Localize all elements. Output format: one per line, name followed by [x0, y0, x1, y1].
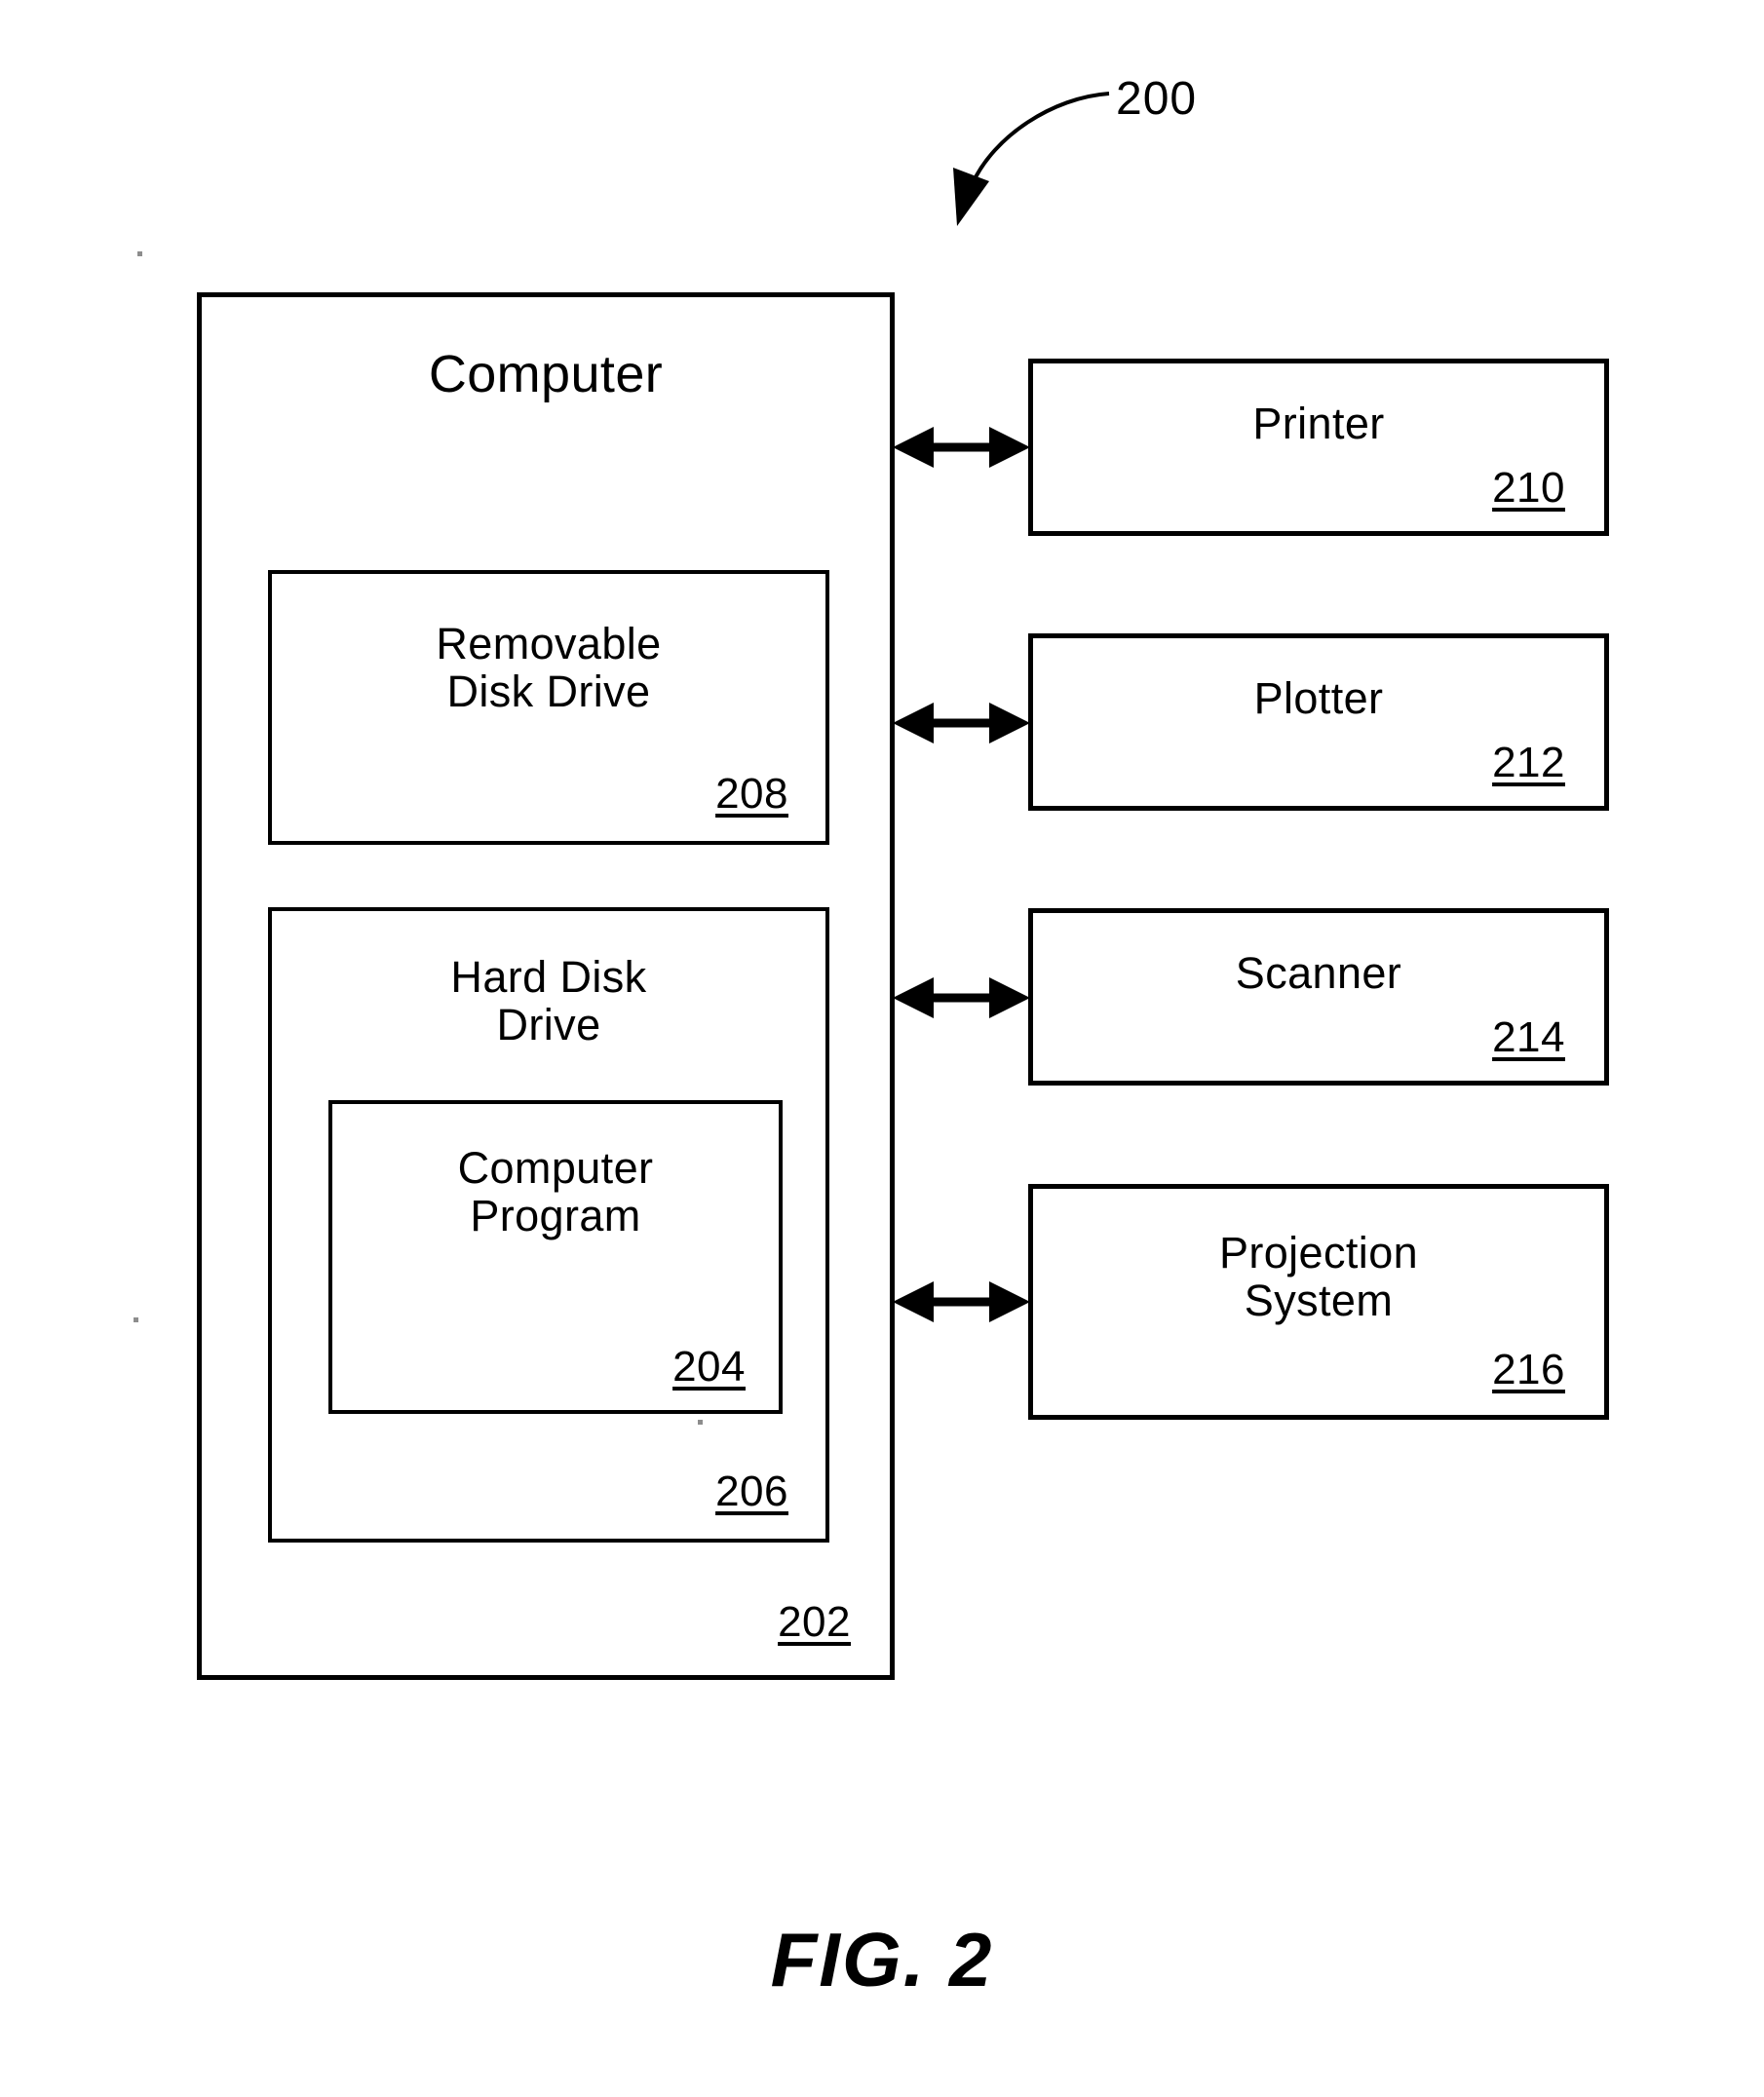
scanner-title: Scanner — [1235, 948, 1402, 998]
connector-computer-printer — [893, 427, 1030, 468]
patent-figure-page: 200 Computer 202 Removable Disk Drive 20… — [0, 0, 1764, 2097]
printer-block: Printer 210 — [1028, 359, 1609, 536]
scan-speck — [137, 251, 142, 256]
connector-computer-plotter — [893, 703, 1030, 743]
printer-ref-number: 210 — [1492, 464, 1565, 512]
removable-disk-drive-ref-number: 208 — [715, 770, 788, 818]
scan-speck — [698, 1420, 703, 1425]
removable-disk-drive-title: Removable Disk Drive — [436, 619, 662, 716]
scanner-block: Scanner 214 — [1028, 908, 1609, 1086]
plotter-ref-number: 212 — [1492, 739, 1565, 786]
hard-disk-drive-block: Hard Disk Drive 206 Computer Program 204 — [268, 907, 829, 1543]
removable-disk-drive-block: Removable Disk Drive 208 — [268, 570, 829, 845]
figure-leader-arrow-icon — [953, 92, 1110, 226]
computer-title: Computer — [428, 345, 664, 403]
projection-system-title: Projection System — [1218, 1228, 1419, 1325]
plotter-block: Plotter 212 — [1028, 633, 1609, 811]
computer-block: Computer 202 Removable Disk Drive 208 Ha… — [197, 292, 895, 1680]
computer-program-title: Computer Program — [457, 1143, 654, 1240]
computer-program-block: Computer Program 204 — [328, 1100, 783, 1414]
projection-system-ref-number: 216 — [1492, 1346, 1565, 1393]
figure-caption: FIG. 2 — [770, 1917, 994, 2002]
connector-computer-projection-system — [893, 1281, 1030, 1322]
scan-speck — [134, 1317, 138, 1322]
hard-disk-drive-ref-number: 206 — [715, 1468, 788, 1515]
scanner-ref-number: 214 — [1492, 1013, 1565, 1061]
projection-system-block: Projection System 216 — [1028, 1184, 1609, 1420]
plotter-title: Plotter — [1253, 673, 1384, 723]
computer-program-ref-number: 204 — [672, 1343, 746, 1391]
figure-id-label: 200 — [1116, 73, 1198, 125]
connector-computer-scanner — [893, 977, 1030, 1018]
computer-ref-number: 202 — [778, 1598, 851, 1646]
printer-title: Printer — [1252, 399, 1385, 448]
hard-disk-drive-title: Hard Disk Drive — [450, 952, 647, 1049]
